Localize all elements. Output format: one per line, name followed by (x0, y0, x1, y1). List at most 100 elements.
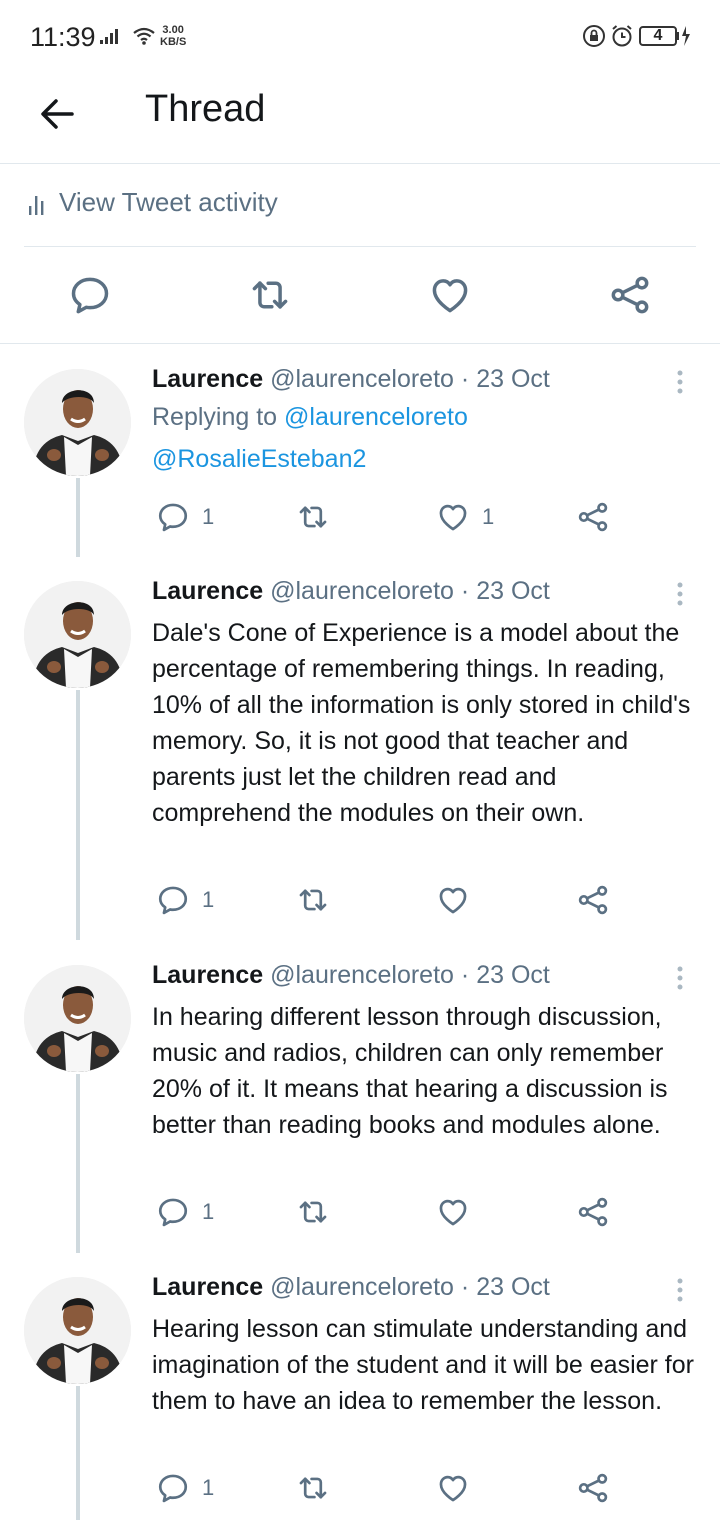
main-like-button[interactable] (428, 273, 472, 317)
view-tweet-activity[interactable]: View Tweet activity (24, 165, 696, 247)
thread-connector (76, 690, 80, 940)
tweet-date[interactable]: 23 Oct (476, 577, 550, 605)
like-button[interactable] (436, 880, 482, 920)
author-handle[interactable]: @laurenceloreto (270, 1273, 454, 1301)
more-options-icon[interactable] (668, 367, 692, 397)
back-arrow-icon (41, 99, 74, 129)
main-tweet-actions (0, 247, 720, 344)
share-button[interactable] (576, 880, 610, 920)
reply-button[interactable]: 1 (156, 1192, 214, 1232)
page-title: Thread (145, 88, 266, 130)
reply-icon (158, 1474, 188, 1503)
tweet-actions: 1 (152, 880, 672, 920)
share-button[interactable] (576, 1192, 610, 1232)
retweet-icon (299, 889, 327, 911)
alarm-icon (610, 24, 634, 53)
like-icon (439, 887, 467, 914)
signal-icon (98, 26, 122, 51)
avatar[interactable] (24, 369, 131, 476)
reply-icon (158, 886, 188, 915)
separator: · (460, 365, 470, 393)
separator: · (460, 961, 470, 989)
avatar[interactable] (24, 581, 131, 688)
tweet-header: Laurence @laurenceloreto · 23 Oct (152, 577, 550, 606)
tweet-date[interactable]: 23 Oct (476, 1273, 550, 1301)
view-tweet-activity-label: View Tweet activity (59, 187, 278, 217)
tweet-actions: 1 (152, 1468, 672, 1508)
retweet-button[interactable] (296, 497, 342, 537)
avatar-image (24, 581, 131, 688)
tweet-item[interactable]: Laurence @laurenceloreto · 23 Oct In hea… (0, 941, 720, 1253)
wifi-icon (132, 26, 156, 51)
retweet-icon (299, 506, 327, 528)
avatar[interactable] (24, 1277, 131, 1384)
retweet-button[interactable] (296, 1192, 342, 1232)
replying-to-second: @RosalieEsteban2 (152, 445, 366, 474)
thread-connector (76, 1386, 80, 1520)
author-name[interactable]: Laurence (152, 961, 263, 989)
avatar-image (24, 369, 131, 476)
author-name[interactable]: Laurence (152, 365, 263, 393)
lock-icon (582, 24, 606, 53)
reply-icon (158, 1198, 188, 1227)
reply-count: 1 (202, 1475, 215, 1500)
mention-link[interactable]: @RosalieEsteban2 (152, 445, 366, 473)
retweet-button[interactable] (296, 880, 342, 920)
tweet-item[interactable]: Laurence @laurenceloreto · 23 Oct Hearin… (0, 1253, 720, 1520)
tweet-header: Laurence @laurenceloreto · 23 Oct (152, 365, 550, 394)
author-handle[interactable]: @laurenceloreto (270, 365, 454, 393)
main-share-button[interactable] (608, 273, 652, 317)
more-options-icon[interactable] (668, 963, 692, 993)
tweet-date[interactable]: 23 Oct (476, 365, 550, 393)
reply-button[interactable]: 1 (156, 880, 214, 920)
author-handle[interactable]: @laurenceloreto (270, 961, 454, 989)
like-icon (439, 1199, 467, 1226)
like-icon (439, 504, 467, 531)
avatar-image (24, 1277, 131, 1384)
reply-button[interactable]: 1 (156, 497, 214, 537)
like-icon (439, 1475, 467, 1502)
like-count: 1 (482, 504, 495, 529)
tweet-item[interactable]: Laurence @laurenceloreto · 23 Oct Dale's… (0, 557, 720, 940)
tweet-actions: 1 (152, 1192, 672, 1232)
like-icon (432, 279, 468, 313)
more-options-icon[interactable] (668, 579, 692, 609)
like-button[interactable]: 1 (436, 497, 494, 537)
avatar[interactable] (24, 965, 131, 1072)
back-button[interactable] (34, 90, 82, 138)
status-bar: 11:39 3.00 KB/S 4 (0, 0, 720, 76)
network-speed: 3.00 KB/S (160, 24, 186, 48)
share-button[interactable] (576, 1468, 610, 1508)
battery-level: 4 (653, 27, 663, 44)
retweet-icon (299, 1201, 327, 1223)
top-app-bar: Thread (0, 76, 720, 164)
reply-button[interactable]: 1 (156, 1468, 214, 1508)
replying-to: Replying to @laurenceloreto (152, 403, 468, 432)
share-icon (578, 1197, 608, 1227)
like-button[interactable] (436, 1192, 482, 1232)
author-name[interactable]: Laurence (152, 1273, 263, 1301)
tweet-item[interactable]: Laurence @laurenceloreto · 23 Oct Replyi… (0, 345, 720, 557)
like-button[interactable] (436, 1468, 482, 1508)
tweet-date[interactable]: 23 Oct (476, 961, 550, 989)
share-icon (578, 885, 608, 915)
net-speed-value: 3.00 (162, 24, 184, 36)
tweet-text: Hearing lesson can stimulate understandi… (152, 1315, 694, 1415)
retweet-button[interactable] (296, 1468, 342, 1508)
retweet-icon (299, 1477, 327, 1499)
net-speed-unit: KB/S (160, 36, 187, 48)
share-icon (611, 276, 649, 314)
main-reply-button[interactable] (68, 273, 112, 317)
separator: · (460, 1273, 470, 1301)
mention-link[interactable]: @laurenceloreto (284, 403, 468, 431)
tweet-header: Laurence @laurenceloreto · 23 Oct (152, 1273, 550, 1302)
more-options-icon[interactable] (668, 1275, 692, 1305)
author-name[interactable]: Laurence (152, 577, 263, 605)
reply-count: 1 (202, 1199, 215, 1224)
author-handle[interactable]: @laurenceloreto (270, 577, 454, 605)
share-icon (578, 1473, 608, 1503)
share-button[interactable] (576, 497, 610, 537)
main-retweet-button[interactable] (248, 273, 292, 317)
thread-connector (76, 1074, 80, 1253)
tweet-header: Laurence @laurenceloreto · 23 Oct (152, 961, 550, 990)
